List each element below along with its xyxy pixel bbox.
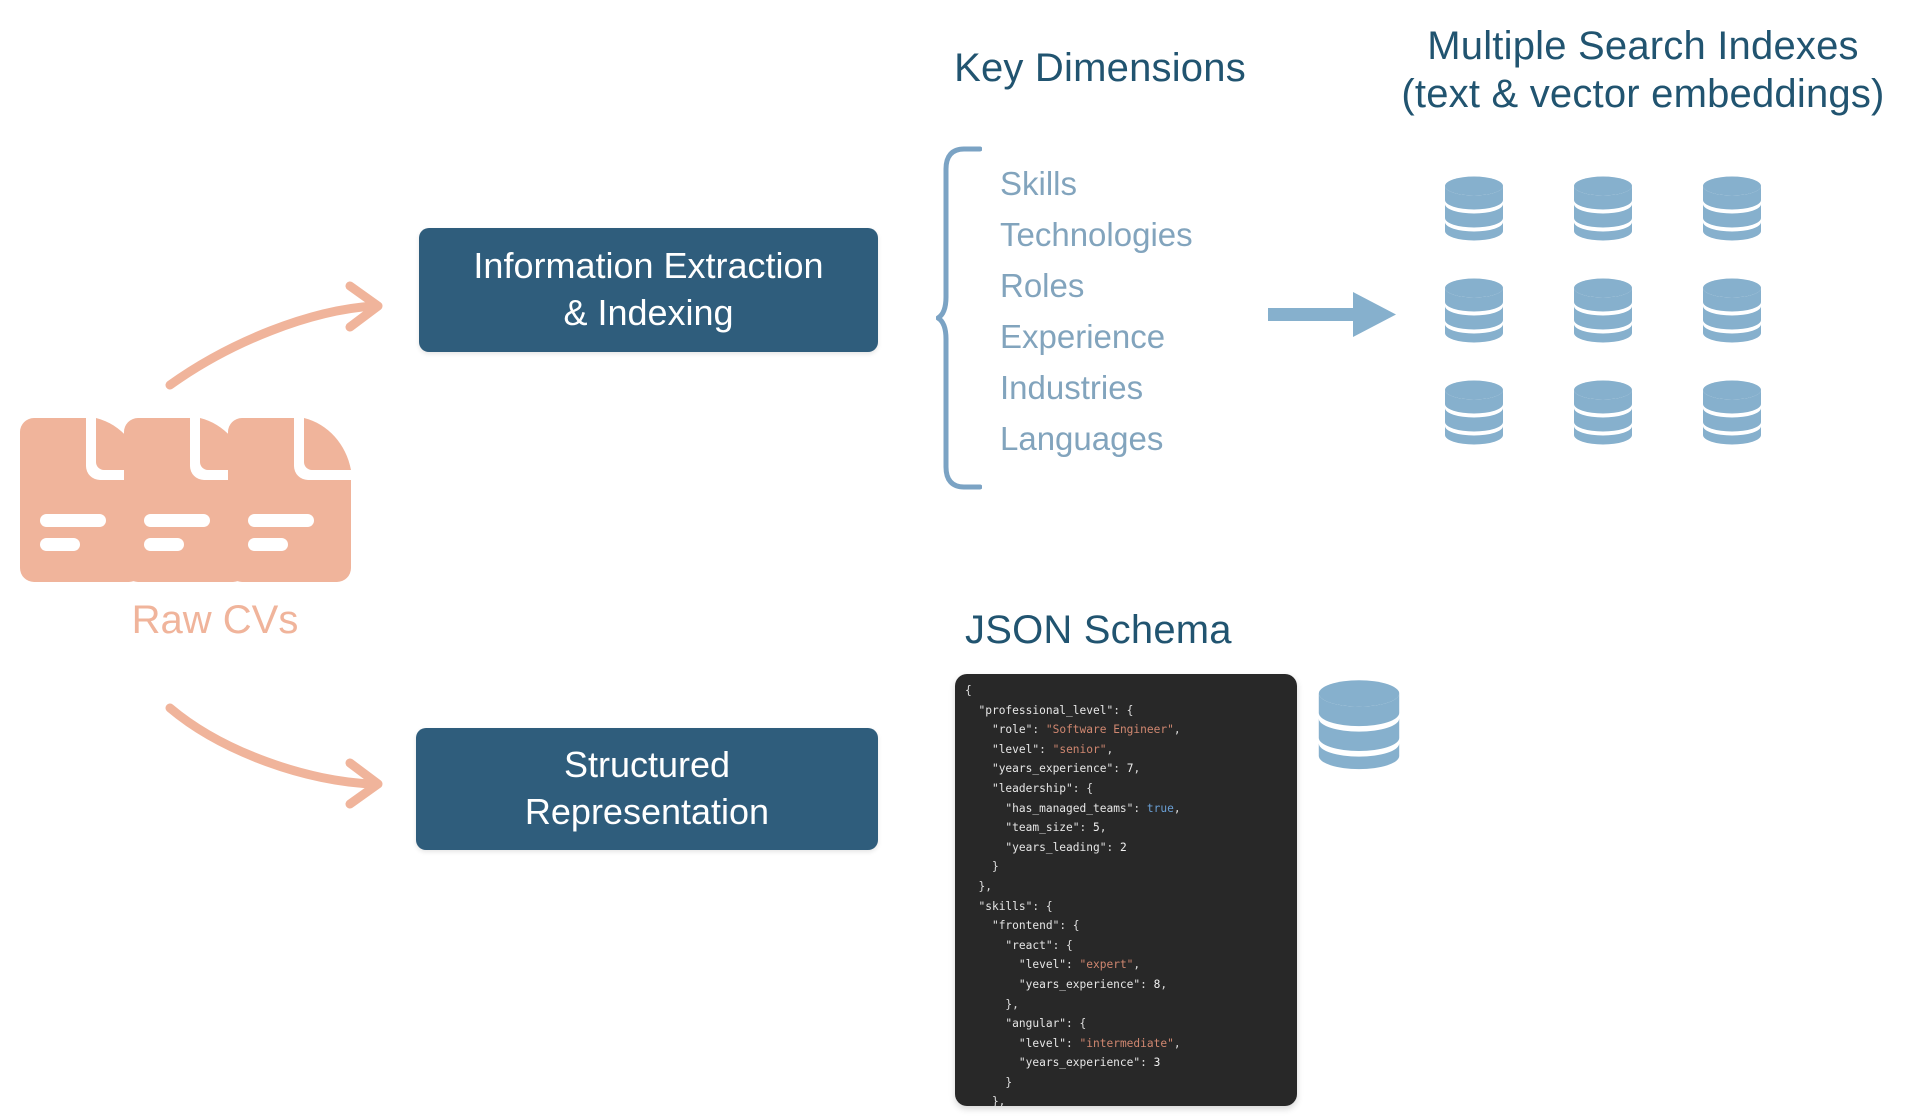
- json-schema-code-block[interactable]: { "professional_level": { "role": "Softw…: [955, 674, 1297, 1106]
- key-dimensions-title: Key Dimensions: [954, 46, 1246, 90]
- json-code-line: "level": "expert",: [1018, 958, 1141, 972]
- database-icon: [1316, 678, 1402, 770]
- database-icon: [1572, 277, 1634, 343]
- arrow-dimensions-to-indexes: [1268, 292, 1396, 337]
- dimension-item-languages: Languages: [1000, 420, 1164, 457]
- json-code-line: },: [965, 997, 1019, 1011]
- dimension-item-experience: Experience: [1000, 318, 1166, 355]
- json-schema-title: JSON Schema: [965, 608, 1232, 652]
- json-code-line: "years_leading": 2: [1005, 840, 1127, 854]
- database-icon: [1443, 379, 1505, 445]
- json-code-line: "years_experience": 3: [1018, 1056, 1161, 1070]
- database-icon: [1572, 379, 1634, 445]
- diagram-canvas: Raw CVs Information Extraction & Indexing…: [0, 0, 1920, 1120]
- cv-document-icon: [228, 418, 351, 582]
- database-icon: [1572, 175, 1634, 241]
- database-icon: [1443, 175, 1505, 241]
- search-indexes-title-line1: Multiple Search Indexes: [1427, 24, 1859, 68]
- json-code-line: },: [965, 1095, 1006, 1106]
- box-structured-line2: Representation: [524, 791, 770, 832]
- json-schema-code-text: { "professional_level": { "role": "Softw…: [955, 681, 1297, 1106]
- raw-cvs-group: Raw CVs: [20, 418, 410, 642]
- json-code-line: {: [965, 684, 972, 697]
- process-box-structured-representation[interactable]: Structured Representation: [416, 728, 878, 850]
- json-code-line: }: [965, 1075, 1013, 1089]
- json-code-line: }: [965, 860, 999, 874]
- json-code-line: },: [965, 879, 992, 893]
- arrow-cvs-to-extraction: [165, 281, 383, 390]
- json-code-line: "skills": {: [978, 899, 1053, 913]
- box-structured-line1: Structured: [563, 744, 731, 786]
- json-code-line: "team_size": 5,: [1005, 821, 1107, 835]
- database-icon: [1701, 277, 1763, 343]
- curly-brace-icon: [935, 145, 983, 491]
- box-structured-text: Structured Representation: [525, 742, 769, 836]
- search-indexes-title: Multiple Search Indexes (text & vector e…: [1388, 22, 1898, 118]
- search-index-database-grid: [1443, 175, 1763, 445]
- box-extraction-text: Information Extraction & Indexing: [473, 243, 823, 337]
- raw-cvs-label: Raw CVs: [131, 598, 299, 642]
- key-dimensions-list: Skills Technologies Roles Experience Ind…: [1000, 158, 1280, 464]
- json-code-line: "years_experience": 7,: [991, 762, 1141, 776]
- dimension-item-skills: Skills: [1000, 165, 1078, 202]
- dimension-item-technologies: Technologies: [1000, 216, 1193, 253]
- arrow-cvs-to-structured: [165, 703, 383, 809]
- database-icon: [1701, 379, 1763, 445]
- json-code-line: "frontend": {: [991, 919, 1080, 933]
- json-code-line: "years_experience": 8,: [1018, 977, 1168, 991]
- json-code-line: "react": {: [1005, 938, 1073, 952]
- box-extraction-line2: & Indexing: [563, 292, 734, 333]
- json-code-line: "role": "Software Engineer",: [991, 723, 1181, 737]
- dimension-item-roles: Roles: [1000, 267, 1085, 304]
- json-code-line: "has_managed_teams": true,: [1005, 801, 1181, 815]
- search-indexes-title-line2: (text & vector embeddings): [1401, 72, 1885, 116]
- json-code-line: "professional_level": {: [978, 703, 1134, 717]
- dimension-item-industries: Industries: [1000, 369, 1144, 406]
- json-code-line: "leadership": {: [991, 781, 1093, 795]
- json-code-line: "angular": {: [1005, 1017, 1087, 1031]
- box-extraction-line1: Information Extraction: [473, 245, 824, 287]
- json-code-line: "level": "senior",: [991, 742, 1114, 756]
- process-box-information-extraction[interactable]: Information Extraction & Indexing: [419, 228, 878, 352]
- database-icon: [1701, 175, 1763, 241]
- json-code-line: "level": "intermediate",: [1018, 1036, 1181, 1050]
- database-icon: [1443, 277, 1505, 343]
